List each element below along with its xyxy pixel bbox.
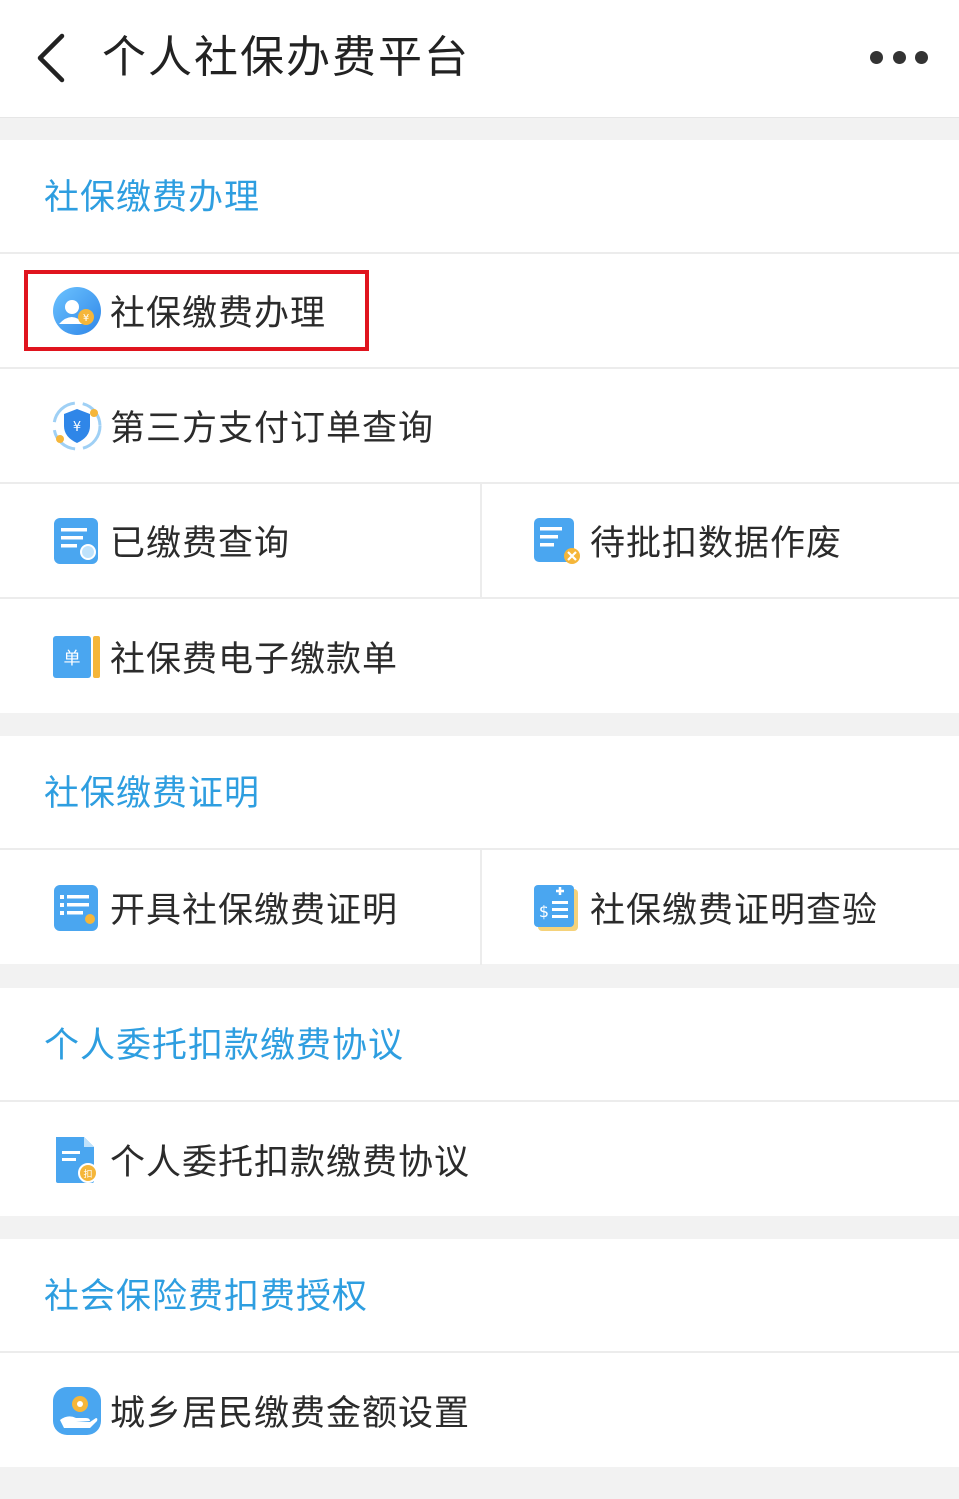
menu-item-label: 个人委托扣款缴费协议	[110, 1143, 471, 1183]
document-cancel-icon	[534, 517, 580, 564]
more-dots-icon[interactable]	[870, 44, 928, 70]
menu-item-amount-setting[interactable]: 城乡居民缴费金额设置	[0, 1353, 959, 1468]
certificate-verify-icon: $	[534, 884, 578, 931]
section-title: 社会保险费扣费授权	[44, 1277, 369, 1317]
nav-bar: 个人社保办费平台	[0, 0, 959, 118]
document-search-icon	[54, 517, 98, 564]
menu-item-deduct-agreement[interactable]: 扣 个人委托扣款缴费协议	[0, 1102, 959, 1217]
menu-item-label: 开具社保缴费证明	[110, 891, 399, 931]
menu-item-paid-query[interactable]: 已缴费查询	[0, 484, 480, 597]
menu-item-label: 社保缴费证明查验	[590, 891, 879, 931]
menu-item-issue-certificate[interactable]: 开具社保缴费证明	[0, 850, 480, 965]
menu-item-label: 社保缴费办理	[110, 294, 327, 334]
section-title: 个人委托扣款缴费协议	[44, 1026, 405, 1066]
section-agreement: 个人委托扣款缴费协议 扣 个人委托扣款缴费协议	[0, 988, 959, 1216]
svg-text:扣: 扣	[83, 1168, 92, 1180]
chevron-left-icon[interactable]	[30, 32, 74, 84]
menu-item-third-party-order[interactable]: ¥ 第三方支付订单查询	[0, 369, 959, 482]
section-payment: 社保缴费办理 ¥ 社保缴费办理 ¥ 第三方支付订单查询 已缴费查询 待批扣数据作…	[0, 140, 959, 713]
page-title: 个人社保办费平台	[102, 32, 470, 83]
receipt-book-icon: 单	[53, 635, 100, 678]
svg-text:单: 单	[64, 649, 81, 669]
hand-gear-icon	[53, 1386, 101, 1435]
section-title: 社保缴费证明	[44, 774, 261, 814]
menu-item-label: 社保费电子缴款单	[110, 640, 399, 680]
svg-text:$: $	[539, 902, 549, 921]
agreement-deduct-icon: 扣	[56, 1136, 98, 1183]
section-certificate: 社保缴费证明 开具社保缴费证明 $ 社保缴费证明查验	[0, 736, 959, 965]
svg-text:¥: ¥	[83, 313, 89, 324]
menu-item-label: 第三方支付订单查询	[110, 409, 435, 449]
user-yuan-icon: ¥	[53, 286, 101, 335]
svg-text:¥: ¥	[73, 420, 81, 435]
menu-item-void-pending[interactable]: 待批扣数据作废	[480, 484, 959, 597]
menu-item-verify-certificate[interactable]: $ 社保缴费证明查验	[480, 850, 959, 965]
certificate-list-icon	[54, 884, 98, 931]
menu-item-e-payment-slip[interactable]: 单 社保费电子缴款单	[0, 599, 959, 714]
section-title: 社保缴费办理	[44, 178, 261, 218]
menu-item-label: 已缴费查询	[110, 524, 291, 564]
shield-yuan-icon: ¥	[52, 401, 102, 450]
section-authorization: 社会保险费扣费授权 城乡居民缴费金额设置	[0, 1239, 959, 1467]
menu-item-label: 城乡居民缴费金额设置	[110, 1394, 471, 1434]
menu-item-payment[interactable]: ¥ 社保缴费办理	[0, 254, 959, 367]
menu-item-label: 待批扣数据作废	[590, 524, 843, 564]
